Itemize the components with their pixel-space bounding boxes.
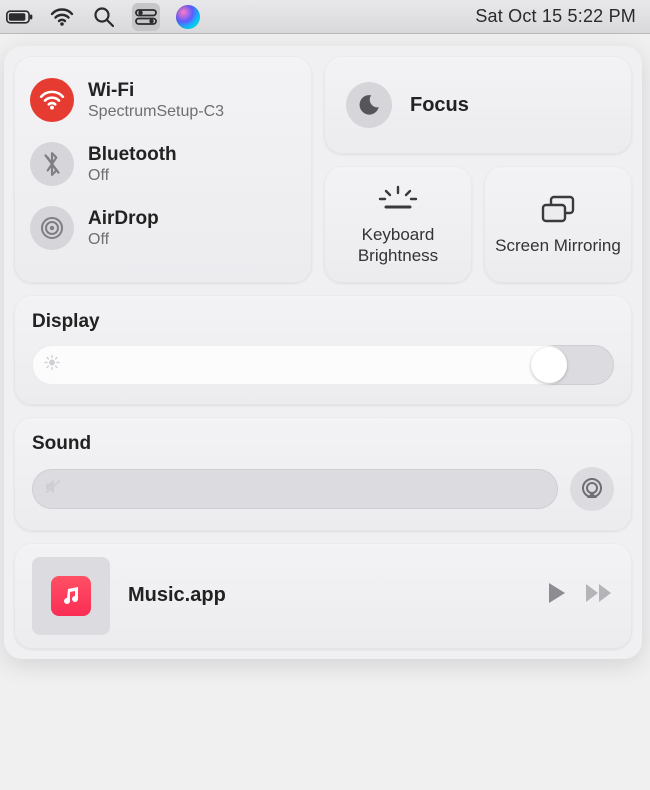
wifi-icon bbox=[30, 78, 74, 122]
now-playing-tile[interactable]: Music.app bbox=[14, 543, 632, 649]
control-center-menubar-icon[interactable] bbox=[132, 3, 160, 31]
bluetooth-toggle[interactable]: Bluetooth Off bbox=[28, 132, 298, 196]
screen-mirroring-tile[interactable]: Screen Mirroring bbox=[484, 166, 632, 283]
display-label: Display bbox=[32, 311, 614, 333]
focus-moon-icon bbox=[346, 82, 392, 128]
next-track-button[interactable] bbox=[584, 582, 614, 609]
sun-icon bbox=[44, 354, 60, 375]
display-brightness-slider[interactable] bbox=[32, 345, 614, 385]
keyboard-brightness-tile[interactable]: Keyboard Brightness bbox=[324, 166, 472, 283]
screen-mirroring-icon bbox=[538, 191, 578, 227]
control-center-panel: Wi-Fi SpectrumSetup-C3 Bluetooth Off A bbox=[4, 46, 642, 659]
music-app-icon bbox=[51, 576, 91, 616]
now-playing-title: Music.app bbox=[128, 584, 528, 607]
airdrop-subtitle: Off bbox=[88, 231, 159, 249]
wifi-menubar-icon[interactable] bbox=[48, 3, 76, 31]
keyboard-brightness-icon bbox=[376, 180, 420, 216]
sound-tile: Sound bbox=[14, 417, 632, 531]
airdrop-icon bbox=[30, 206, 74, 250]
battery-icon[interactable] bbox=[6, 3, 34, 31]
wifi-subtitle: SpectrumSetup-C3 bbox=[88, 103, 224, 121]
sound-volume-slider[interactable] bbox=[32, 469, 558, 509]
focus-label: Focus bbox=[410, 94, 469, 117]
speaker-muted-icon bbox=[44, 478, 62, 499]
spotlight-search-icon[interactable] bbox=[90, 3, 118, 31]
menubar-datetime[interactable]: Sat Oct 15 5:22 PM bbox=[471, 6, 640, 27]
play-button[interactable] bbox=[546, 581, 568, 610]
bluetooth-icon bbox=[30, 142, 74, 186]
sound-label: Sound bbox=[32, 433, 614, 455]
connectivity-tile: Wi-Fi SpectrumSetup-C3 Bluetooth Off A bbox=[14, 56, 312, 283]
bluetooth-subtitle: Off bbox=[88, 167, 177, 185]
keyboard-brightness-label: Keyboard Brightness bbox=[332, 224, 464, 267]
now-playing-artwork bbox=[32, 557, 110, 635]
sound-output-button[interactable] bbox=[570, 467, 614, 511]
menubar: Sat Oct 15 5:22 PM bbox=[0, 0, 650, 34]
airplay-audio-icon bbox=[579, 476, 605, 502]
siri-icon[interactable] bbox=[174, 3, 202, 31]
airdrop-title: AirDrop bbox=[88, 208, 159, 230]
bluetooth-title: Bluetooth bbox=[88, 144, 177, 166]
focus-tile[interactable]: Focus bbox=[324, 56, 632, 154]
screen-mirroring-label: Screen Mirroring bbox=[495, 235, 621, 256]
airdrop-toggle[interactable]: AirDrop Off bbox=[28, 196, 298, 260]
wifi-title: Wi-Fi bbox=[88, 80, 224, 102]
display-tile: Display bbox=[14, 295, 632, 405]
wifi-toggle[interactable]: Wi-Fi SpectrumSetup-C3 bbox=[28, 68, 298, 132]
